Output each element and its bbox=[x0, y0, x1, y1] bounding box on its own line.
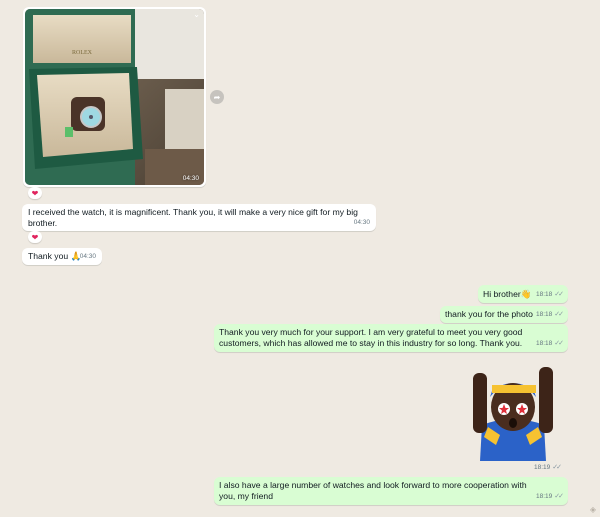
outgoing-message[interactable]: I also have a large number of watches an… bbox=[214, 477, 568, 505]
photo-timestamp: 04:30 bbox=[182, 175, 199, 182]
message-text: I received the watch, it is magnificent.… bbox=[28, 207, 358, 228]
message-text: Hi brother👋 bbox=[483, 289, 532, 299]
message-time: 18:19 bbox=[535, 493, 553, 500]
message-time: 04:30 bbox=[353, 219, 370, 226]
message-time: 18:18 bbox=[535, 340, 553, 347]
outgoing-message[interactable]: Thank you very much for your support. I … bbox=[214, 324, 568, 352]
heart-icon[interactable]: ❤ bbox=[28, 231, 42, 243]
double-check-icon: ✓✓ bbox=[552, 464, 562, 471]
photo-message[interactable]: ROLEX 04:30 ⌄ bbox=[23, 7, 206, 187]
double-check-icon: ✓✓ bbox=[554, 291, 564, 298]
forward-icon[interactable]: ➦ bbox=[210, 90, 224, 104]
watch-photo[interactable]: ROLEX 04:30 ⌄ bbox=[25, 9, 204, 185]
message-text: Thank you 🙏 bbox=[28, 251, 82, 261]
incoming-message[interactable]: Thank you 🙏 04:30 bbox=[22, 248, 102, 265]
message-time: 04:30 bbox=[79, 253, 96, 260]
message-time: 18:18 bbox=[535, 291, 553, 298]
message-text: thank you for the photo bbox=[445, 309, 533, 319]
brand-text: ROLEX bbox=[72, 50, 93, 56]
heart-icon[interactable]: ❤ bbox=[28, 187, 42, 199]
outgoing-message[interactable]: thank you for the photo 18:18 ✓✓ bbox=[440, 306, 568, 323]
double-check-icon: ✓✓ bbox=[554, 311, 564, 318]
message-time: 18:19 bbox=[534, 464, 551, 471]
incoming-message[interactable]: I received the watch, it is magnificent.… bbox=[22, 204, 376, 231]
chevron-down-icon[interactable]: ⌄ bbox=[193, 10, 200, 19]
sticker-image bbox=[473, 367, 553, 461]
outgoing-message[interactable]: Hi brother👋 18:18 ✓✓ bbox=[478, 285, 568, 303]
double-check-icon: ✓✓ bbox=[554, 493, 564, 500]
message-time: 18:18 bbox=[535, 311, 553, 318]
chat-area: ROLEX 04:30 ⌄ ➦ ❤ I received the watch, … bbox=[0, 0, 600, 517]
message-text: I also have a large number of watches an… bbox=[219, 480, 527, 501]
message-text: Thank you very much for your support. I … bbox=[219, 327, 523, 348]
watermark-icon: ◈ bbox=[589, 505, 596, 514]
sticker-message[interactable] bbox=[470, 365, 556, 461]
watch-box-image: ROLEX bbox=[25, 9, 204, 185]
double-check-icon: ✓✓ bbox=[554, 340, 564, 347]
